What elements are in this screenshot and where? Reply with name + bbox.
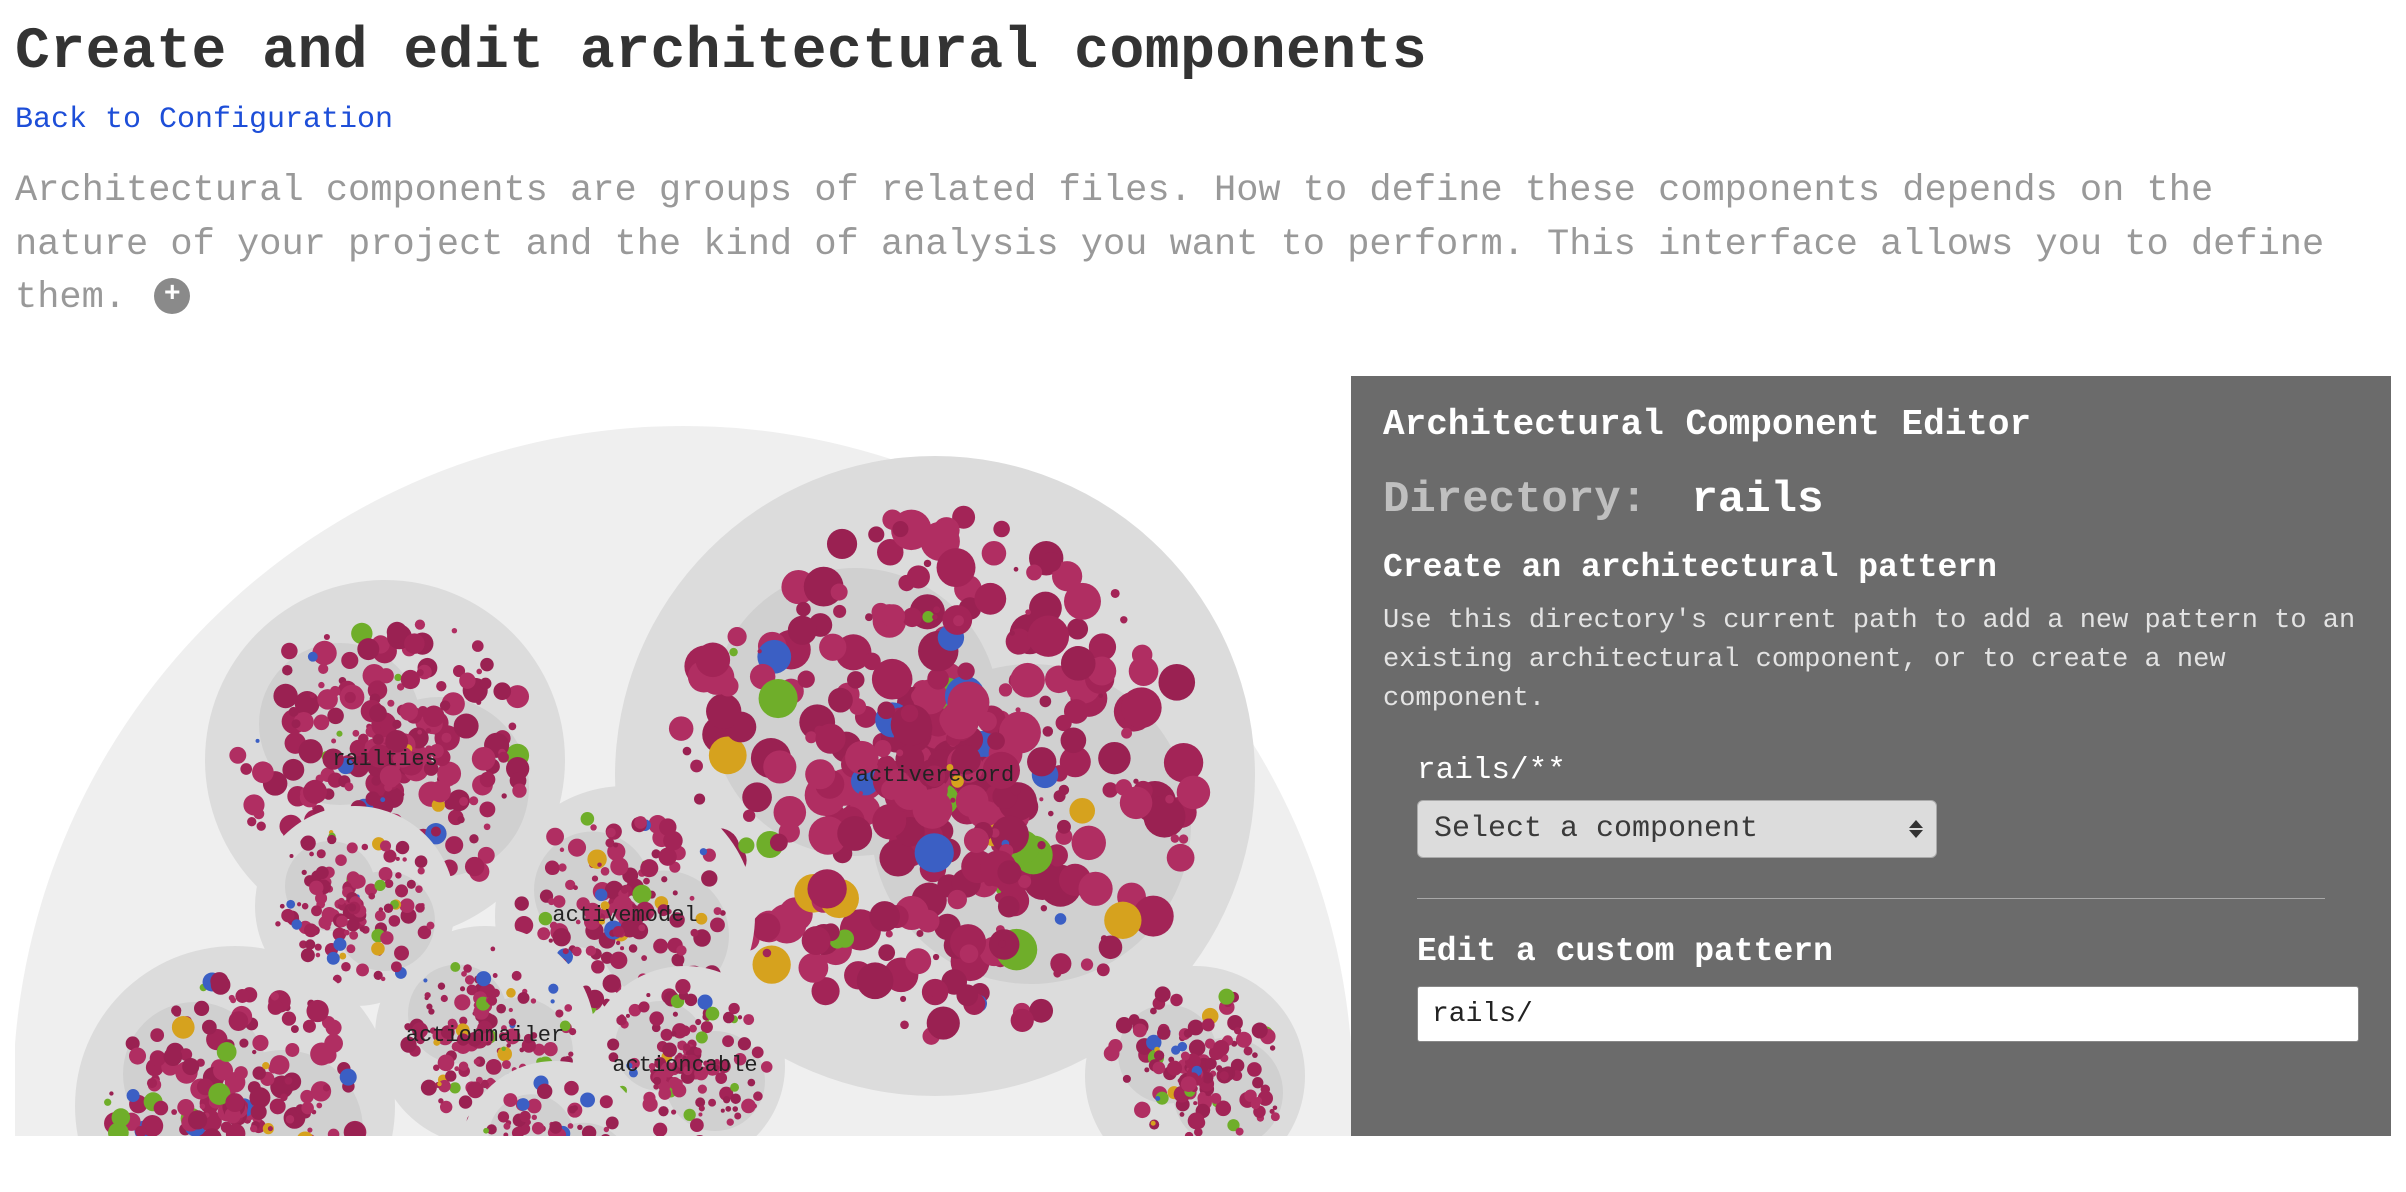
circle-pack-visualization[interactable]: railties activerecord activemodel actionmai… [15, 376, 1351, 1136]
svg-text:activemodel: activemodel [552, 903, 697, 928]
divider [1417, 898, 2325, 899]
svg-text:activerecord: activerecord [856, 763, 1014, 788]
back-link[interactable]: Back to Configuration [15, 103, 393, 137]
svg-text:railties: railties [332, 747, 438, 772]
pattern-glob-label: rails/** [1417, 753, 2359, 788]
svg-text:actionmailer: actionmailer [406, 1023, 564, 1048]
svg-text:actioncable: actioncable [612, 1053, 757, 1078]
intro-text: Architectural components are groups of r… [15, 165, 2365, 326]
editor-title: Architectural Component Editor [1383, 404, 2359, 445]
create-pattern-description: Use this directory's current path to add… [1383, 602, 2359, 719]
custom-pattern-input[interactable] [1417, 986, 2359, 1042]
create-pattern-heading: Create an architectural pattern [1383, 549, 2359, 586]
edit-pattern-heading: Edit a custom pattern [1417, 933, 2359, 970]
directory-value: rails [1691, 475, 1823, 525]
intro-body: Architectural components are groups of r… [15, 170, 2324, 319]
component-editor-panel: Architectural Component Editor Directory… [1351, 376, 2391, 1136]
component-select[interactable]: Select a component [1417, 800, 1937, 858]
plus-circle-icon[interactable]: + [154, 278, 190, 314]
directory-line: Directory: rails [1383, 475, 2359, 525]
page-title: Create and edit architectural components [15, 20, 2391, 85]
directory-label: Directory: [1383, 475, 1647, 525]
